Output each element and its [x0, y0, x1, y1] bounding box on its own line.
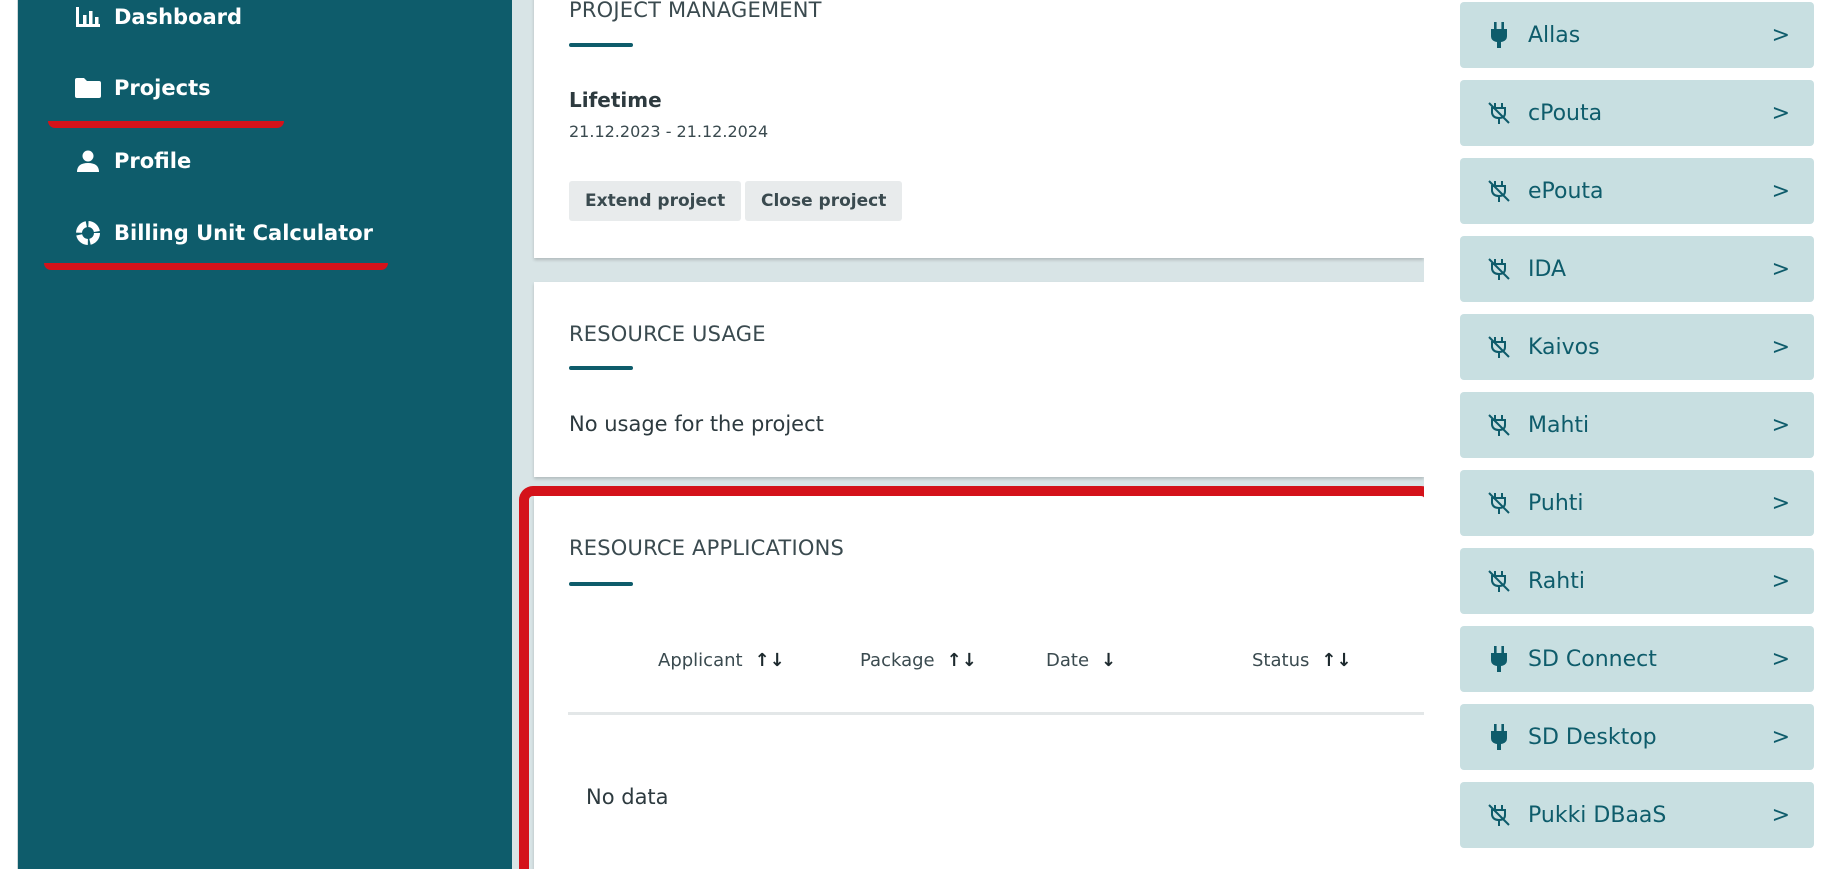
service-label: Puhti [1528, 490, 1584, 516]
sort-both-icon[interactable]: ↑↓ [947, 650, 977, 671]
service-item-sd-desktop[interactable]: SD Desktop > [1460, 704, 1814, 770]
column-header-date[interactable]: Date ↓ [1046, 650, 1116, 671]
service-label: Pukki DBaaS [1528, 802, 1667, 828]
column-label: Date [1046, 650, 1090, 671]
service-label: Mahti [1528, 412, 1590, 438]
service-label: Rahti [1528, 568, 1585, 594]
plug-off-icon [1486, 178, 1512, 204]
chevron-right-icon: > [1771, 22, 1790, 48]
service-item-mahti[interactable]: Mahti > [1460, 392, 1814, 458]
service-item-allas[interactable]: Allas > [1460, 2, 1814, 68]
plug-off-icon [1486, 490, 1512, 516]
chevron-right-icon: > [1771, 100, 1790, 126]
sidebar-item-label: Dashboard [114, 5, 243, 29]
column-label: Applicant [658, 650, 743, 671]
service-item-rahti[interactable]: Rahti > [1460, 548, 1814, 614]
table-header-divider [568, 712, 1424, 715]
sidebar-item-billing-unit-calculator[interactable]: Billing Unit Calculator [74, 213, 373, 253]
resource-usage-title: RESOURCE USAGE [569, 322, 766, 346]
resource-usage-card: RESOURCE USAGE No usage for the project [534, 282, 1424, 477]
billing-highlight-underline [44, 263, 388, 270]
service-label: Kaivos [1528, 334, 1600, 360]
sidebar-item-label: Profile [114, 149, 192, 173]
chevron-right-icon: > [1771, 646, 1790, 672]
service-item-kaivos[interactable]: Kaivos > [1460, 314, 1814, 380]
service-item-ida[interactable]: IDA > [1460, 236, 1814, 302]
sidebar-item-projects[interactable]: Projects [74, 68, 211, 108]
sidebar: Dashboard Projects Profile Billing Unit … [18, 0, 512, 869]
sidebar-item-dashboard[interactable]: Dashboard [74, 0, 242, 37]
column-label: Status [1252, 650, 1310, 671]
plug-off-icon [1486, 256, 1512, 282]
project-management-title: PROJECT MANAGEMENT [569, 0, 822, 22]
plug-off-icon [1486, 568, 1512, 594]
folder-icon [74, 74, 102, 102]
sidebar-item-profile[interactable]: Profile [74, 141, 191, 181]
projects-highlight-underline [48, 121, 284, 128]
sort-down-icon[interactable]: ↓ [1101, 650, 1116, 671]
title-underline [569, 582, 633, 586]
resource-applications-title: RESOURCE APPLICATIONS [569, 536, 845, 560]
column-header-status[interactable]: Status ↑↓ [1252, 650, 1352, 671]
no-usage-message: No usage for the project [569, 412, 824, 436]
service-item-sd-connect[interactable]: SD Connect > [1460, 626, 1814, 692]
project-management-card: PROJECT MANAGEMENT Lifetime 21.12.2023 -… [534, 0, 1424, 258]
resource-applications-card: RESOURCE APPLICATIONS [534, 496, 1424, 869]
chevron-right-icon: > [1771, 412, 1790, 438]
chevron-right-icon: > [1771, 334, 1790, 360]
left-edge-strip [0, 0, 18, 869]
service-item-puhti[interactable]: Puhti > [1460, 470, 1814, 536]
service-label: cPouta [1528, 100, 1603, 126]
plug-off-icon [1486, 412, 1512, 438]
donut-icon [74, 219, 102, 247]
person-icon [74, 147, 102, 175]
title-underline [569, 43, 633, 47]
service-label: Allas [1528, 22, 1581, 48]
plug-off-icon [1486, 334, 1512, 360]
sidebar-item-label: Projects [114, 76, 211, 100]
column-header-package[interactable]: Package ↑↓ [860, 650, 977, 671]
extend-project-button[interactable]: Extend project [569, 181, 742, 221]
bar-chart-icon [74, 3, 102, 31]
sidebar-item-label: Billing Unit Calculator [114, 221, 374, 245]
plug-icon [1486, 22, 1512, 48]
chevron-right-icon: > [1771, 178, 1790, 204]
column-label: Package [860, 650, 935, 671]
column-header-applicant[interactable]: Applicant ↑↓ [658, 650, 785, 671]
service-item-pukki-dbaas[interactable]: Pukki DBaaS > [1460, 782, 1814, 848]
service-label: SD Connect [1528, 646, 1657, 672]
chevron-right-icon: > [1771, 568, 1790, 594]
plug-off-icon [1486, 802, 1512, 828]
chevron-right-icon: > [1771, 724, 1790, 750]
service-label: ePouta [1528, 178, 1604, 204]
service-label: SD Desktop [1528, 724, 1657, 750]
sort-both-icon[interactable]: ↑↓ [755, 650, 785, 671]
title-underline [569, 366, 633, 370]
plug-icon [1486, 724, 1512, 750]
lifetime-label: Lifetime [569, 88, 662, 112]
lifetime-value: 21.12.2023 - 21.12.2024 [569, 122, 769, 141]
service-item-cpouta[interactable]: cPouta > [1460, 80, 1814, 146]
chevron-right-icon: > [1771, 802, 1790, 828]
service-label: IDA [1528, 256, 1567, 282]
no-data-message: No data [586, 785, 669, 809]
chevron-right-icon: > [1771, 490, 1790, 516]
plug-off-icon [1486, 100, 1512, 126]
sort-both-icon[interactable]: ↑↓ [1321, 650, 1351, 671]
service-item-epouta[interactable]: ePouta > [1460, 158, 1814, 224]
plug-icon [1486, 646, 1512, 672]
chevron-right-icon: > [1771, 256, 1790, 282]
close-project-button[interactable]: Close project [745, 181, 903, 221]
